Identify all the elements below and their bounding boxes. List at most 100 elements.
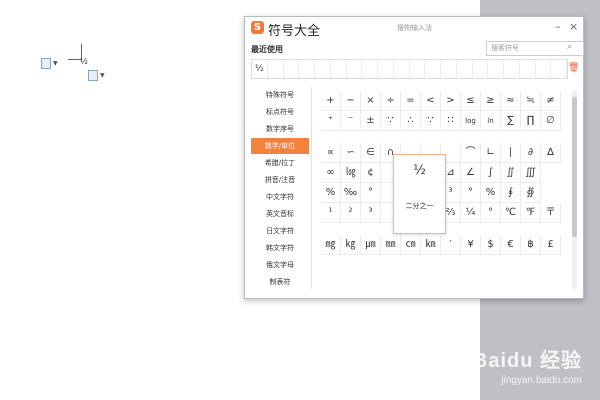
recent-symbol-cell[interactable] bbox=[284, 60, 300, 78]
symbol-cell[interactable]: ‰ bbox=[341, 183, 361, 203]
symbol-cell[interactable]: ∆ bbox=[541, 143, 561, 163]
symbol-cell[interactable]: ° bbox=[481, 203, 501, 223]
symbol-cell[interactable]: ∠ bbox=[461, 163, 481, 183]
symbol-cell[interactable]: ∑ bbox=[501, 111, 521, 131]
symbol-cell[interactable]: ∵ bbox=[421, 111, 441, 131]
sidebar-category-item[interactable]: 日文字符 bbox=[251, 223, 309, 239]
symbol-cell[interactable]: € bbox=[501, 235, 521, 255]
symbol-cell[interactable]: ≠ bbox=[541, 91, 561, 111]
symbol-cell[interactable]: < bbox=[421, 91, 441, 111]
recent-symbol-cell[interactable] bbox=[331, 60, 347, 78]
symbol-cell[interactable]: ° bbox=[461, 183, 481, 203]
symbol-cell[interactable]: log bbox=[461, 111, 481, 131]
symbol-cell[interactable]: % bbox=[321, 183, 341, 203]
sidebar-category-item[interactable]: 韩文字符 bbox=[251, 240, 309, 256]
sidebar-category-item[interactable]: 俄文字母 bbox=[251, 257, 309, 273]
symbol-cell[interactable]: ¹ bbox=[321, 203, 341, 223]
symbol-cell[interactable]: $ bbox=[481, 235, 501, 255]
symbol-cell[interactable]: % bbox=[481, 183, 501, 203]
symbol-cell[interactable]: ln bbox=[481, 111, 501, 131]
sidebar-category-item[interactable]: 数学/单位 bbox=[251, 138, 309, 154]
sidebar-category-item[interactable]: 拼音/注音 bbox=[251, 172, 309, 188]
symbol-cell[interactable]: ㎎ bbox=[321, 235, 341, 255]
symbol-cell[interactable]: ㎜ bbox=[381, 235, 401, 255]
symbol-cell[interactable]: ≈ bbox=[501, 91, 521, 111]
recent-symbol-cell[interactable] bbox=[425, 60, 441, 78]
symbol-cell[interactable]: ¼ bbox=[461, 203, 481, 223]
chevron-down-icon[interactable]: ▼ bbox=[53, 60, 58, 67]
symbol-cell[interactable]: ฿ bbox=[521, 235, 541, 255]
minimize-button[interactable]: – bbox=[555, 20, 561, 33]
symbol-cell[interactable]: > bbox=[441, 91, 461, 111]
symbol-cell[interactable]: ∏ bbox=[521, 111, 541, 131]
sidebar-category-item[interactable]: 中文字符 bbox=[251, 189, 309, 205]
symbol-cell[interactable]: ∯ bbox=[521, 183, 541, 203]
symbol-cell[interactable]: ℃ bbox=[501, 203, 521, 223]
symbol-cell[interactable]: ∫ bbox=[481, 163, 501, 183]
recent-symbol-cell[interactable] bbox=[268, 60, 284, 78]
recent-symbol-cell[interactable] bbox=[410, 60, 426, 78]
symbol-cell[interactable]: ∟ bbox=[481, 143, 501, 163]
symbol-cell[interactable]: ∵ bbox=[381, 111, 401, 131]
sidebar-category-item[interactable]: 特殊符号 bbox=[251, 87, 309, 103]
symbol-cell[interactable]: ∝ bbox=[321, 143, 341, 163]
recent-symbol-cell[interactable] bbox=[551, 60, 567, 78]
recent-symbol-cell[interactable] bbox=[441, 60, 457, 78]
symbol-cell[interactable]: ∭ bbox=[521, 163, 541, 183]
symbol-cell[interactable]: ∈ bbox=[361, 143, 381, 163]
paste-options-icon[interactable] bbox=[41, 58, 51, 69]
panel-titlebar[interactable]: S 符号大全 搜狗输入法 – × bbox=[245, 17, 583, 39]
symbol-cell[interactable]: ∽ bbox=[341, 143, 361, 163]
trash-icon[interactable]: 🗑 bbox=[568, 63, 579, 73]
symbol-cell[interactable]: × bbox=[361, 91, 381, 111]
symbol-cell[interactable]: ³ bbox=[361, 203, 381, 223]
symbol-cell[interactable]: ∅ bbox=[541, 111, 561, 131]
scrollbar-thumb[interactable] bbox=[572, 97, 577, 237]
symbol-cell[interactable]: ㎛ bbox=[361, 235, 381, 255]
symbol-cell[interactable]: ∮ bbox=[501, 183, 521, 203]
symbol-cell[interactable]: ㎏ bbox=[341, 235, 361, 255]
symbol-cell[interactable]: ⁺ bbox=[321, 111, 341, 131]
symbol-cell[interactable]: ㎞ bbox=[421, 235, 441, 255]
chevron-down-icon[interactable]: ▼ bbox=[100, 72, 105, 79]
symbol-cell[interactable]: ≤ bbox=[461, 91, 481, 111]
recent-symbol-cell[interactable] bbox=[520, 60, 536, 78]
symbol-cell[interactable]: ∬ bbox=[501, 163, 521, 183]
symbol-cell[interactable]: ℉ bbox=[521, 203, 541, 223]
symbol-cell[interactable]: ∞ bbox=[321, 163, 341, 183]
symbol-cell[interactable]: − bbox=[341, 91, 361, 111]
symbol-cell[interactable]: ° bbox=[361, 183, 381, 203]
symbol-cell[interactable]: ≒ bbox=[521, 91, 541, 111]
sidebar-category-item[interactable]: 英文音标 bbox=[251, 206, 309, 222]
sidebar-category-item[interactable]: 制表符 bbox=[251, 274, 309, 290]
symbol-cell[interactable]: = bbox=[401, 91, 421, 111]
recent-symbol-cell[interactable] bbox=[536, 60, 552, 78]
recent-symbol-cell[interactable] bbox=[504, 60, 520, 78]
sidebar-category-item[interactable]: 标点符号 bbox=[251, 104, 309, 120]
symbol-cell[interactable]: + bbox=[321, 91, 341, 111]
symbol-cell[interactable]: ′ bbox=[441, 235, 461, 255]
symbol-cell[interactable]: ¥ bbox=[461, 235, 481, 255]
symbol-cell[interactable]: ² bbox=[341, 203, 361, 223]
close-button[interactable]: × bbox=[569, 20, 578, 33]
search-icon[interactable]: ⌕ bbox=[567, 42, 572, 52]
symbol-cell[interactable]: ± bbox=[361, 111, 381, 131]
recent-symbol-cell[interactable] bbox=[362, 60, 378, 78]
symbol-cell[interactable]: ∣ bbox=[501, 143, 521, 163]
recent-symbol-cell[interactable] bbox=[473, 60, 489, 78]
recent-symbol-cell[interactable] bbox=[488, 60, 504, 78]
recent-symbol-cell[interactable] bbox=[457, 60, 473, 78]
recent-symbol-cell[interactable] bbox=[299, 60, 315, 78]
recent-symbol-cell[interactable] bbox=[315, 60, 331, 78]
symbol-cell[interactable]: ¢ bbox=[361, 163, 381, 183]
symbol-cell[interactable]: ∴ bbox=[401, 111, 421, 131]
symbol-cell[interactable]: ≥ bbox=[481, 91, 501, 111]
symbol-cell[interactable]: ∷ bbox=[441, 111, 461, 131]
symbol-cell[interactable]: £ bbox=[541, 235, 561, 255]
symbol-cell[interactable]: ∂ bbox=[521, 143, 541, 163]
sidebar-category-item[interactable]: 数字序号 bbox=[251, 121, 309, 137]
symbol-cell[interactable]: ㏒ bbox=[341, 163, 361, 183]
symbol-cell[interactable]: ⌒ bbox=[461, 143, 481, 163]
recent-symbol-cell[interactable]: ½ bbox=[252, 60, 268, 78]
recent-symbol-cell[interactable] bbox=[394, 60, 410, 78]
